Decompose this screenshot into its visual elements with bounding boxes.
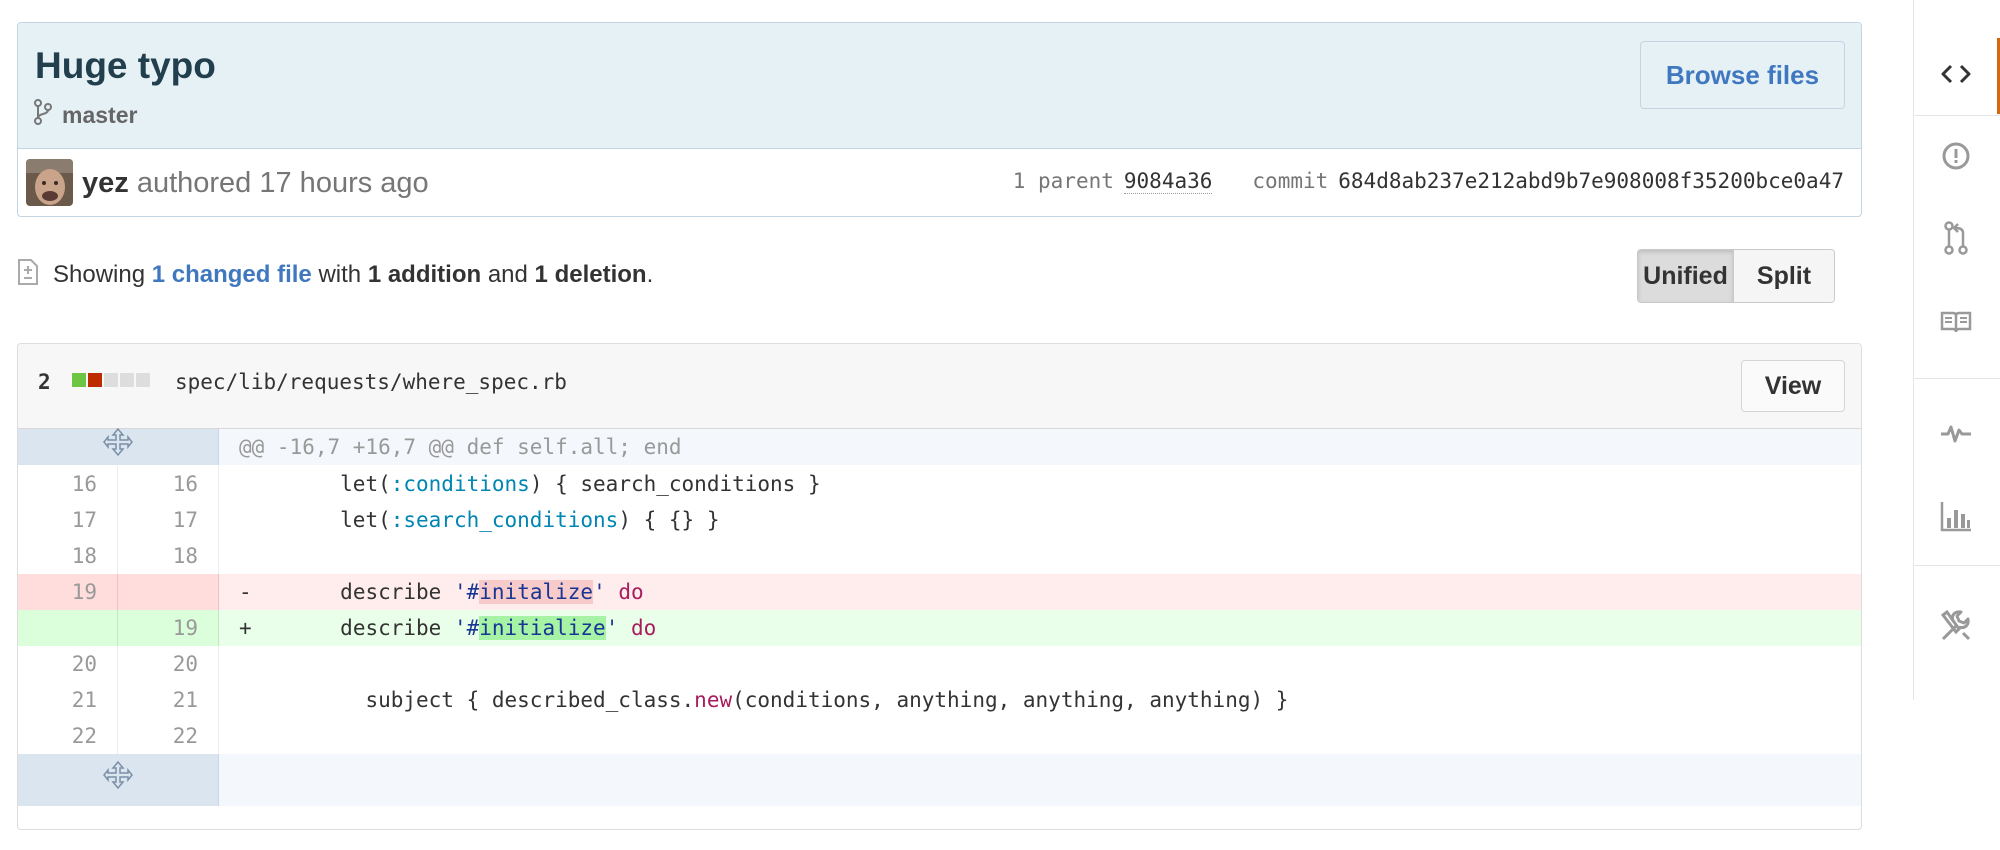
- view-file-button[interactable]: View: [1741, 360, 1845, 412]
- diff-line: 20 20: [18, 646, 1861, 682]
- branch-info: master: [34, 99, 137, 131]
- sha-block: 1 parent 9084a36 commit 684d8ab237e212ab…: [1013, 169, 1844, 194]
- code-line: + describe '#initialize' do: [239, 616, 657, 640]
- old-line-number[interactable]: 22: [18, 718, 118, 754]
- expand-down-button[interactable]: [18, 754, 219, 806]
- old-line-number[interactable]: 18: [18, 538, 118, 574]
- commit-title: Huge typo: [35, 45, 216, 86]
- summary-showing: Showing: [53, 261, 146, 288]
- commit-title-bar: Huge typo master Browse files: [18, 23, 1861, 149]
- author-line: yez authored 17 hours ago: [82, 167, 429, 200]
- wiki-icon: [1940, 310, 1972, 339]
- new-line-number[interactable]: 17: [118, 502, 219, 538]
- code-icon: [1941, 62, 1971, 91]
- nav-pulse[interactable]: [1914, 397, 1997, 473]
- new-line-number[interactable]: 18: [118, 538, 219, 574]
- nav-wiki[interactable]: [1914, 286, 1997, 362]
- split-button[interactable]: Split: [1733, 250, 1834, 302]
- settings-icon: [1939, 609, 1973, 648]
- hunk-footer-row: [18, 754, 1861, 806]
- code-line: - describe '#initalize' do: [239, 580, 644, 604]
- commit-meta: yez authored 17 hours ago 1 parent 9084a…: [18, 149, 1861, 216]
- branch-icon: [34, 99, 52, 131]
- repo-nav: [1913, 0, 2000, 700]
- file-header: 2 spec/lib/requests/where_spec.rb View: [18, 344, 1861, 429]
- file-diff-icon: [17, 258, 39, 293]
- changed-files-link[interactable]: 1 changed file: [152, 261, 312, 289]
- new-line-number[interactable]: 19: [118, 610, 219, 646]
- additions-count: 1 addition: [367, 261, 482, 288]
- pull-request-icon: [1943, 220, 1969, 260]
- commit-header: Huge typo master Browse files yez author…: [17, 22, 1862, 217]
- new-line-number[interactable]: 20: [118, 646, 219, 682]
- diff-line: 18 18: [18, 538, 1861, 574]
- diff-view-toggle: Unified Split: [1637, 249, 1835, 303]
- nav-issues[interactable]: [1914, 120, 1997, 196]
- hunk-header-row: @@ -16,7 +16,7 @@ def self.all; end: [18, 427, 1861, 468]
- commit-label: commit: [1252, 169, 1329, 193]
- old-line-number[interactable]: 19: [18, 574, 118, 610]
- browse-files-button[interactable]: Browse files: [1640, 41, 1845, 109]
- nav-code[interactable]: [1914, 38, 2000, 114]
- expand-icon: [103, 427, 133, 468]
- summary-with: with: [318, 261, 362, 288]
- author-name[interactable]: yez: [82, 167, 129, 199]
- nav-pull-requests[interactable]: [1914, 202, 1997, 278]
- commit-sha: 684d8ab237e212abd9b7e908008f35200bce0a47: [1338, 169, 1844, 193]
- file-diff: 2 spec/lib/requests/where_spec.rb View @…: [17, 343, 1862, 830]
- diff-line: 22 22: [18, 718, 1861, 754]
- diffstat-bar: [72, 373, 150, 387]
- file-path[interactable]: spec/lib/requests/where_spec.rb: [175, 370, 567, 394]
- diffstat-neutral-block: [120, 373, 134, 387]
- deletion-line: 19 - describe '#initalize' do: [18, 574, 1861, 610]
- code-line: let(:search_conditions) { {} }: [264, 508, 720, 532]
- old-line-number[interactable]: 16: [18, 466, 118, 502]
- old-line-number[interactable]: 17: [18, 502, 118, 538]
- change-count: 2: [38, 370, 51, 394]
- graph-icon: [1940, 500, 1972, 537]
- pulse-icon: [1940, 421, 1972, 450]
- summary-and: and: [487, 261, 528, 288]
- deletions-count: 1 deletion: [534, 261, 647, 288]
- new-line-number[interactable]: [118, 574, 219, 610]
- diffstat-neutral-block: [136, 373, 150, 387]
- expand-up-button[interactable]: [18, 427, 219, 468]
- code-line: let(:conditions) { search_conditions }: [264, 472, 821, 496]
- diffstat-deletion-block: [88, 373, 102, 387]
- diffstat-neutral-block: [104, 373, 118, 387]
- diffstat-addition-block: [72, 373, 86, 387]
- new-line-number[interactable]: 21: [118, 682, 219, 718]
- old-line-number[interactable]: 20: [18, 646, 118, 682]
- expand-icon: [103, 760, 133, 801]
- addition-line: 19 + describe '#initialize' do: [18, 610, 1861, 646]
- diff-summary: Showing 1 changed file with 1 addition a…: [17, 255, 653, 295]
- old-line-number[interactable]: 21: [18, 682, 118, 718]
- issue-icon: [1941, 141, 1971, 176]
- summary-period: .: [646, 261, 654, 288]
- diff-line: 16 16 let(:conditions) { search_conditio…: [18, 466, 1861, 502]
- hunk-footer: [219, 754, 1861, 806]
- hunk-header: @@ -16,7 +16,7 @@ def self.all; end: [239, 435, 682, 459]
- authored-time: authored 17 hours ago: [136, 167, 429, 199]
- nav-graphs[interactable]: [1914, 480, 1997, 556]
- code-line: subject { described_class.new(conditions…: [264, 688, 1289, 712]
- parent-sha-link[interactable]: 9084a36: [1123, 169, 1213, 194]
- new-line-number[interactable]: 16: [118, 466, 219, 502]
- new-line-number[interactable]: 22: [118, 718, 219, 754]
- diff-line: 17 17 let(:search_conditions) { {} }: [18, 502, 1861, 538]
- old-line-number[interactable]: [18, 610, 118, 646]
- avatar[interactable]: [26, 159, 73, 206]
- nav-settings[interactable]: [1914, 590, 1997, 666]
- diff-line: 21 21 subject { described_class.new(cond…: [18, 682, 1861, 718]
- unified-button[interactable]: Unified: [1638, 250, 1733, 302]
- branch-name[interactable]: master: [62, 102, 137, 129]
- parent-label: 1 parent: [1012, 169, 1114, 193]
